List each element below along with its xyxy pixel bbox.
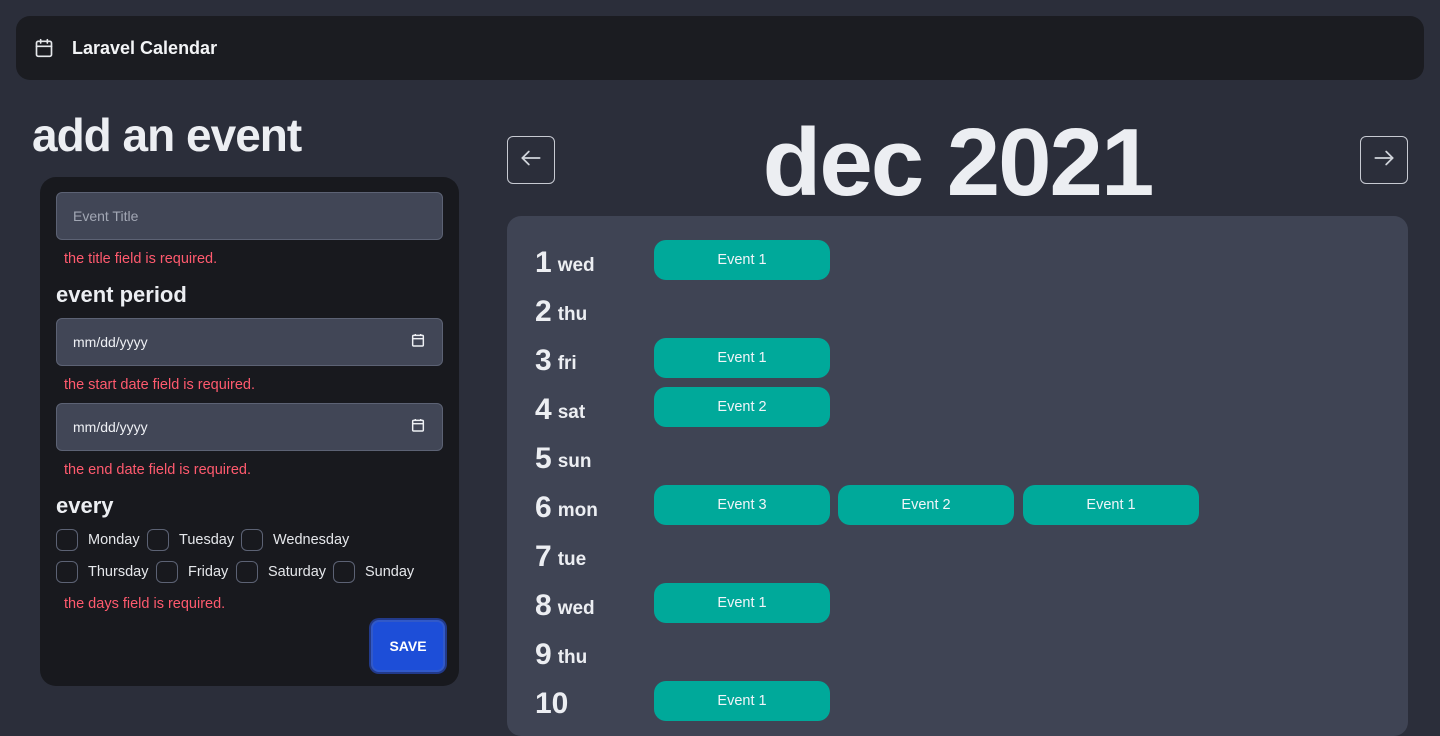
day-row: 4 sat Event 2 — [535, 387, 1395, 427]
day-name: fri — [557, 353, 577, 374]
day-number: 9 — [535, 638, 552, 671]
day-name: thu — [557, 304, 588, 325]
wednesday-label: Wednesday — [273, 532, 350, 548]
tuesday-checkbox[interactable] — [147, 529, 169, 551]
sunday-label: Sunday — [365, 564, 415, 580]
day-label: 10 — [535, 681, 574, 721]
title-error: the title field is required. — [64, 251, 218, 267]
day-option-saturday[interactable]: Saturday — [236, 561, 326, 583]
start-date-input[interactable]: mm/dd/yyyy — [56, 318, 443, 366]
day-name: tue — [557, 549, 587, 570]
day-label: 4 sat — [535, 387, 585, 427]
sunday-checkbox[interactable] — [333, 561, 355, 583]
prev-month-button[interactable] — [507, 136, 555, 184]
next-month-button[interactable] — [1360, 136, 1408, 184]
day-row: 5 sun — [535, 436, 1395, 476]
calendar-picker-icon[interactable] — [410, 417, 426, 438]
day-row: 2 thu — [535, 289, 1395, 329]
day-row: 7 tue — [535, 534, 1395, 574]
friday-label: Friday — [188, 564, 229, 580]
day-name: sat — [557, 402, 586, 423]
event-pill[interactable]: Event 2 — [838, 485, 1014, 525]
save-button[interactable]: SAVE — [371, 620, 445, 672]
tuesday-label: Tuesday — [179, 532, 235, 548]
arrow-right-icon — [1371, 145, 1397, 176]
event-form: the title field is required. event perio… — [40, 177, 459, 686]
thursday-label: Thursday — [88, 564, 149, 580]
day-option-tuesday[interactable]: Tuesday — [147, 529, 234, 551]
calendar-icon — [34, 38, 54, 58]
day-number: 2 — [535, 295, 552, 328]
day-label: 7 tue — [535, 534, 586, 574]
start-date-value: mm/dd/yyyy — [73, 334, 148, 350]
start-date-error: the start date field is required. — [64, 377, 256, 393]
every-label: every — [56, 493, 114, 518]
arrow-left-icon — [518, 145, 544, 176]
top-navbar: Laravel Calendar — [16, 16, 1424, 80]
day-label: 1 wed — [535, 240, 595, 280]
event-pill[interactable]: Event 1 — [654, 681, 830, 721]
day-label: 3 fri — [535, 338, 577, 378]
day-number: 7 — [535, 540, 552, 573]
day-name: thu — [557, 647, 588, 668]
day-row: 1 wed Event 1 — [535, 240, 1395, 280]
event-pill[interactable]: Event 3 — [654, 485, 830, 525]
saturday-checkbox[interactable] — [236, 561, 258, 583]
app-title[interactable]: Laravel Calendar — [72, 38, 217, 59]
day-label: 2 thu — [535, 289, 587, 329]
wednesday-checkbox[interactable] — [241, 529, 263, 551]
day-label: 5 sun — [535, 436, 591, 476]
calendar-panel: 1 wed Event 1 2 thu 3 fri Event 1 4 sat … — [507, 216, 1408, 736]
monday-checkbox[interactable] — [56, 529, 78, 551]
thursday-checkbox[interactable] — [56, 561, 78, 583]
day-name: wed — [557, 255, 595, 276]
day-name: mon — [557, 500, 598, 521]
day-option-thursday[interactable]: Thursday — [56, 561, 148, 583]
days-error: the days field is required. — [64, 596, 226, 612]
event-pill[interactable]: Event 1 — [654, 583, 830, 623]
day-number: 4 — [535, 393, 552, 426]
day-name: sun — [557, 451, 592, 472]
event-pill[interactable]: Event 1 — [654, 240, 830, 280]
end-date-input[interactable]: mm/dd/yyyy — [56, 403, 443, 451]
day-label: 8 wed — [535, 583, 595, 623]
form-heading: add an event — [32, 109, 302, 161]
event-pill[interactable]: Event 1 — [654, 338, 830, 378]
saturday-label: Saturday — [268, 564, 327, 580]
event-pill[interactable]: Event 1 — [1023, 485, 1199, 525]
day-number: 8 — [535, 589, 552, 622]
day-number: 1 — [535, 246, 552, 279]
day-row: 6 mon Event 3 Event 2 Event 1 — [535, 485, 1395, 525]
day-row: 8 wed Event 1 — [535, 583, 1395, 623]
day-row: 9 thu — [535, 632, 1395, 672]
calendar-picker-icon[interactable] — [410, 332, 426, 353]
day-option-wednesday[interactable]: Wednesday — [241, 529, 349, 551]
month-title: dec 2021 — [762, 109, 1155, 216]
day-number: 3 — [535, 344, 552, 377]
day-row: 10 Event 1 — [535, 681, 1395, 721]
monday-label: Monday — [88, 532, 140, 548]
end-date-error: the end date field is required. — [64, 462, 252, 478]
friday-checkbox[interactable] — [156, 561, 178, 583]
day-label: 6 mon — [535, 485, 598, 525]
event-title-input[interactable] — [56, 192, 443, 240]
day-name: wed — [557, 598, 595, 619]
day-row: 3 fri Event 1 — [535, 338, 1395, 378]
event-period-label: event period — [56, 282, 187, 307]
day-number: 5 — [535, 442, 552, 475]
day-option-monday[interactable]: Monday — [56, 529, 140, 551]
day-option-sunday[interactable]: Sunday — [333, 561, 414, 583]
day-number: 10 — [535, 687, 569, 720]
day-number: 6 — [535, 491, 552, 524]
day-option-friday[interactable]: Friday — [156, 561, 228, 583]
event-pill[interactable]: Event 2 — [654, 387, 830, 427]
end-date-value: mm/dd/yyyy — [73, 419, 148, 435]
day-label: 9 thu — [535, 632, 587, 672]
